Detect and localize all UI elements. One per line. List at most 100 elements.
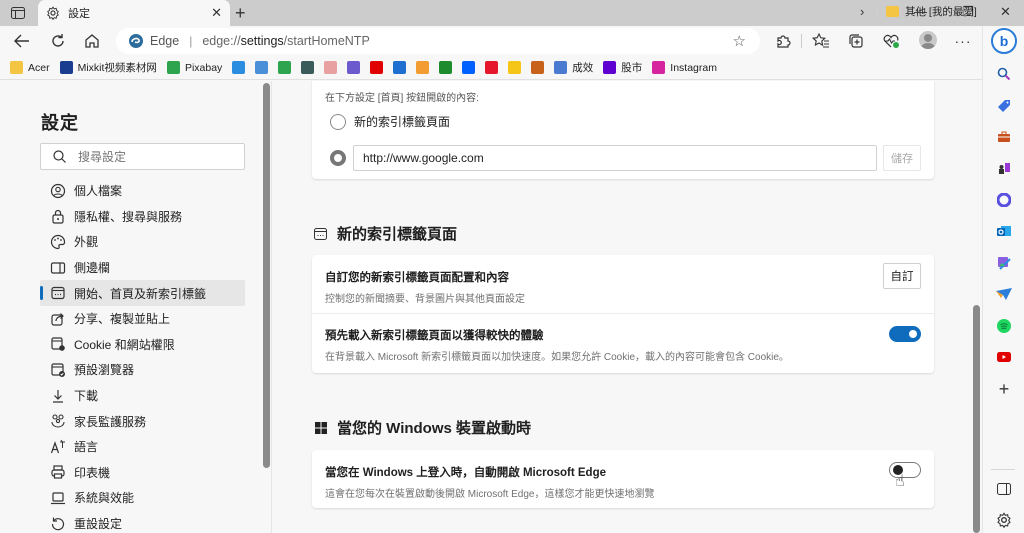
sidebar-settings-icon[interactable] (995, 511, 1013, 529)
hide-sidebar-icon[interactable] (995, 480, 1013, 498)
address-bar[interactable]: Edge | edge://settings/startHomeNTP ☆ (116, 28, 760, 54)
bookmark-item[interactable] (370, 61, 384, 74)
heart-pulse-icon (883, 34, 899, 48)
sidebar-item-default-browser[interactable]: 預設瀏覽器 (40, 357, 245, 383)
radio-new-tab[interactable] (330, 113, 346, 130)
sidebar-item-palette[interactable]: 外觀 (40, 229, 245, 255)
sidebar-item-family[interactable]: 家長監護服務 (40, 408, 245, 434)
mixkit-icon (59, 61, 73, 74)
yahoo-icon (603, 61, 617, 74)
radio-url-option[interactable] (330, 150, 346, 166)
designer-icon[interactable] (995, 254, 1013, 272)
folder-icon (10, 61, 23, 74)
bookmark-item[interactable]: 股市 (603, 60, 642, 75)
microsoft365-icon[interactable] (995, 191, 1013, 209)
bookmark-item[interactable] (508, 61, 522, 74)
tools-icon[interactable] (995, 128, 1013, 146)
content-scrollbar[interactable] (973, 305, 980, 533)
tab-title: 設定 (68, 8, 90, 20)
sidebar-item-profile[interactable]: 個人檔案 (40, 178, 245, 204)
back-button[interactable] (12, 31, 32, 51)
gift-icon (324, 61, 338, 74)
other-favorites-folder[interactable]: 其他 [我的最愛] (886, 4, 977, 19)
url-text[interactable]: edge://settings/startHomeNTP (202, 34, 369, 48)
auto-open-edge-toggle[interactable] (889, 462, 921, 478)
more-menu-button[interactable]: ··· (954, 32, 972, 50)
favorites-bar: Acer Mixkit视频素材网 Pixabay 成效 股市 Instagram (0, 56, 982, 80)
bookmark-item[interactable] (393, 61, 407, 74)
bookmark-item[interactable] (531, 61, 545, 74)
customize-button[interactable]: 自訂 (883, 263, 921, 289)
other-favorites-label: 其他 [我的最愛] (905, 6, 977, 18)
sidebar-item-lock[interactable]: 隱私權、搜尋與服務 (40, 204, 245, 230)
profile-avatar[interactable] (919, 31, 937, 49)
spotify-icon[interactable] (995, 317, 1013, 335)
tab-settings[interactable]: 設定 ✕ (38, 0, 230, 26)
sidebar-item-share[interactable]: 分享、複製並貼上 (40, 306, 245, 332)
weibo-icon (485, 61, 499, 74)
bookmark-item[interactable] (255, 61, 269, 74)
bookmark-label: Mixkit视频素材网 (77, 62, 157, 74)
sidebar-item-sidebar[interactable]: 側邊欄 (40, 255, 245, 281)
outlook-icon[interactable] (995, 222, 1013, 240)
send-icon[interactable] (995, 285, 1013, 303)
home-button-card: 在下方設定 [首頁] 按鈕開啟的內容: 新的索引標籤頁面 儲存 (312, 81, 934, 179)
sidebar-item-language[interactable]: 語言 (40, 434, 245, 460)
auto-open-edge-desc: 這會在您每次在裝置啟動後開啟 Microsoft Edge，這樣您才能更快速地瀏… (325, 489, 655, 500)
bookmark-item[interactable]: 成效 (554, 60, 593, 75)
startup-card: 當您在 Windows 上登入時，自動開啟 Microsoft Edge 這會在… (312, 450, 934, 508)
customize-ntp-desc: 控制您的新聞摘要、背景圖片與其他頁面設定 (325, 294, 525, 305)
sidebar-item-label: 個人檔案 (74, 184, 123, 199)
bookmark-item[interactable] (232, 61, 246, 74)
sidebar-item-printer[interactable]: 印表機 (40, 460, 245, 486)
bookmark-item[interactable] (485, 61, 499, 74)
preload-ntp-toggle[interactable] (889, 326, 921, 342)
bookmark-item[interactable] (301, 61, 315, 74)
close-tab-icon[interactable]: ✕ (211, 5, 222, 21)
radio-new-tab-option[interactable]: 新的索引標籤頁面 (330, 113, 450, 130)
bookmark-item[interactable]: Mixkit视频素材网 (59, 60, 157, 75)
shopping-tag-icon[interactable] (995, 97, 1013, 115)
add-icon[interactable]: + (995, 379, 1013, 399)
extensions-icon[interactable] (774, 32, 792, 50)
sidebar-item-laptop[interactable]: 系統與效能 (40, 485, 245, 511)
new-tab-button[interactable]: + (235, 3, 246, 24)
bookmark-item[interactable] (416, 61, 430, 74)
bookmark-item[interactable] (462, 61, 476, 74)
more-bookmarks-chevron-icon[interactable]: › (860, 4, 864, 19)
bookmark-item[interactable] (324, 61, 338, 74)
bookmark-item[interactable] (347, 61, 361, 74)
home-url-input[interactable] (353, 145, 877, 171)
search-settings-box[interactable] (40, 143, 245, 170)
radio-url[interactable] (330, 150, 346, 166)
sidebar-item-start-home[interactable]: 開始、首頁及新索引標籤 (40, 280, 245, 306)
bookmark-item[interactable]: Acer (10, 61, 50, 74)
sidebar-item-cookie-permissions[interactable]: Cookie 和網站權限 (40, 332, 245, 358)
browser-essentials-icon[interactable] (882, 32, 900, 50)
extensions-puzzle-icon (777, 35, 791, 48)
sidebar-search-icon[interactable] (995, 65, 1013, 83)
search-settings-input[interactable] (78, 149, 228, 164)
games-icon[interactable] (995, 159, 1013, 177)
browser-toolbar: Edge | edge://settings/startHomeNTP ☆ ··… (0, 26, 982, 56)
sidebar-icon (50, 260, 66, 276)
favorites-icon[interactable] (812, 32, 830, 50)
youtube-icon[interactable] (995, 348, 1013, 366)
tab-actions-button[interactable] (8, 4, 28, 22)
bookmark-item[interactable] (278, 61, 292, 74)
save-button[interactable]: 儲存 (883, 145, 921, 171)
add-favorite-star-icon[interactable]: ☆ (733, 32, 746, 50)
bookmark-item[interactable]: Pixabay (166, 61, 222, 74)
settings-nav-list: 個人檔案隱私權、搜尋與服務 外觀 側邊欄 開始、首頁及新索引標籤 分享、複製並貼上 Coo… (40, 178, 245, 533)
nav-scrollbar[interactable] (263, 83, 270, 468)
sidebar-item-download[interactable]: 下載 (40, 383, 245, 409)
bookmark-item[interactable] (439, 61, 453, 74)
bookmark-item[interactable]: Instagram (652, 61, 717, 74)
close-window-button[interactable]: ✕ (1000, 4, 1011, 20)
collections-icon[interactable] (847, 32, 865, 50)
bing-copilot-icon[interactable]: b (991, 28, 1017, 54)
home-button[interactable] (82, 31, 102, 51)
refresh-button[interactable] (48, 31, 68, 51)
sidebar-item-reset[interactable]: 重設設定 (40, 511, 245, 533)
laptop-icon (50, 490, 66, 506)
